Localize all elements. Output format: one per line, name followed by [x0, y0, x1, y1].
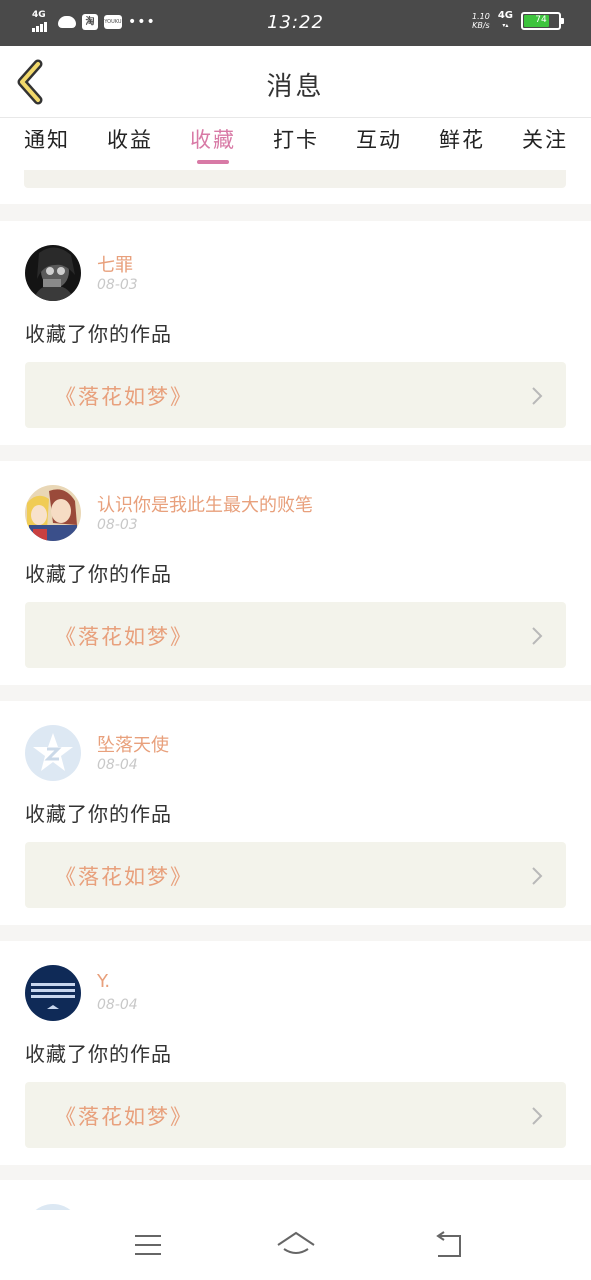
work-link[interactable]: 《落花如梦》 [25, 362, 566, 428]
timestamp: 08-04 [97, 997, 138, 1013]
work-title: 《落花如梦》 [55, 865, 193, 889]
username[interactable]: 认识你是我此生最大的败笔 [97, 491, 313, 517]
work-link[interactable]: 《落花如梦》 [25, 602, 566, 668]
blue-stripes-avatar-icon [25, 965, 81, 1021]
work-link[interactable]: 《落花如梦》 [25, 1082, 566, 1148]
message-list[interactable]: 七罪 08-03 收藏了你的作品 《落花如梦》 认识你是我此生最大的败笔 08-… [0, 170, 591, 1210]
message-card: 认识你是我此生最大的败笔 08-03 收藏了你的作品 《落花如梦》 [0, 461, 591, 685]
timestamp: 08-03 [97, 277, 138, 293]
tab-checkin[interactable]: 打卡 [273, 124, 319, 154]
timestamp: 08-04 [97, 757, 138, 773]
status-right: 1.10 KB/s 4G ▾▴ 74 [472, 10, 564, 31]
tab-favorites[interactable]: 收藏 [190, 124, 236, 154]
active-tab-indicator [197, 160, 229, 164]
header: 消息 [0, 46, 591, 118]
tab-interactions[interactable]: 互动 [356, 124, 402, 154]
action-text: 收藏了你的作品 [25, 1042, 172, 1066]
username[interactable]: Y. [97, 971, 110, 992]
dark-portrait-avatar-icon [25, 245, 81, 301]
status-bar: 4G 淘 YOUKU ••• 13:22 1.10 KB/s 4G ▾▴ 74 [0, 0, 591, 46]
message-card: 坠落天使 08-04 收藏了你的作品 《落花如梦》 [0, 701, 591, 925]
menu-icon [135, 1235, 161, 1255]
work-link[interactable]: 《落花如梦》 [25, 842, 566, 908]
back-nav-button[interactable] [430, 1230, 470, 1262]
home-icon [277, 1231, 315, 1254]
avatar[interactable] [25, 965, 81, 1021]
partial-message-card [0, 1180, 591, 1210]
chevron-right-icon [532, 1107, 543, 1125]
tab-notifications[interactable]: 通知 [24, 124, 70, 154]
action-text: 收藏了你的作品 [25, 322, 172, 346]
tab-earnings[interactable]: 收益 [107, 124, 153, 154]
tab-bar: 通知 收益 收藏 打卡 互动 鲜花 关注 [0, 118, 591, 170]
anime-portrait-avatar-icon [25, 485, 81, 541]
timestamp: 08-03 [97, 517, 138, 533]
tab-flowers[interactable]: 鲜花 [439, 124, 485, 154]
avatar[interactable] [25, 485, 81, 541]
screen: 4G 淘 YOUKU ••• 13:22 1.10 KB/s 4G ▾▴ 74 [0, 0, 591, 1280]
message-card: Y. 08-04 收藏了你的作品 《落花如梦》 [0, 941, 591, 1165]
home-button[interactable] [276, 1230, 316, 1262]
chevron-right-icon [532, 387, 543, 405]
avatar[interactable] [25, 245, 81, 301]
page-title: 消息 [266, 72, 325, 102]
partial-work-link[interactable] [24, 170, 566, 188]
work-title: 《落花如梦》 [55, 1105, 193, 1129]
work-title: 《落花如梦》 [55, 385, 193, 409]
partial-list-item [0, 170, 591, 204]
username[interactable]: 七罪 [97, 251, 133, 277]
network-speed: 1.10 KB/s [472, 12, 490, 30]
action-text: 收藏了你的作品 [25, 802, 172, 826]
return-icon [436, 1231, 461, 1257]
action-text: 收藏了你的作品 [25, 562, 172, 586]
chevron-right-icon [532, 627, 543, 645]
message-card: 七罪 08-03 收藏了你的作品 《落花如梦》 [0, 221, 591, 445]
username[interactable]: 坠落天使 [97, 731, 169, 757]
work-title: 《落花如梦》 [55, 625, 193, 649]
battery-icon: 74 [521, 12, 564, 30]
menu-button[interactable] [128, 1230, 168, 1262]
default-star-avatar-icon [25, 725, 81, 781]
chevron-right-icon [532, 867, 543, 885]
mobile-data-icon: 4G ▾▴ [497, 10, 513, 30]
avatar[interactable] [25, 725, 81, 781]
speed-unit: KB/s [472, 21, 490, 30]
tab-following[interactable]: 关注 [522, 124, 568, 154]
system-nav-bar [0, 1210, 591, 1280]
battery-level: 74 [535, 15, 547, 25]
network-type-right: 4G [497, 10, 513, 21]
speed-value: 1.10 [472, 12, 490, 21]
